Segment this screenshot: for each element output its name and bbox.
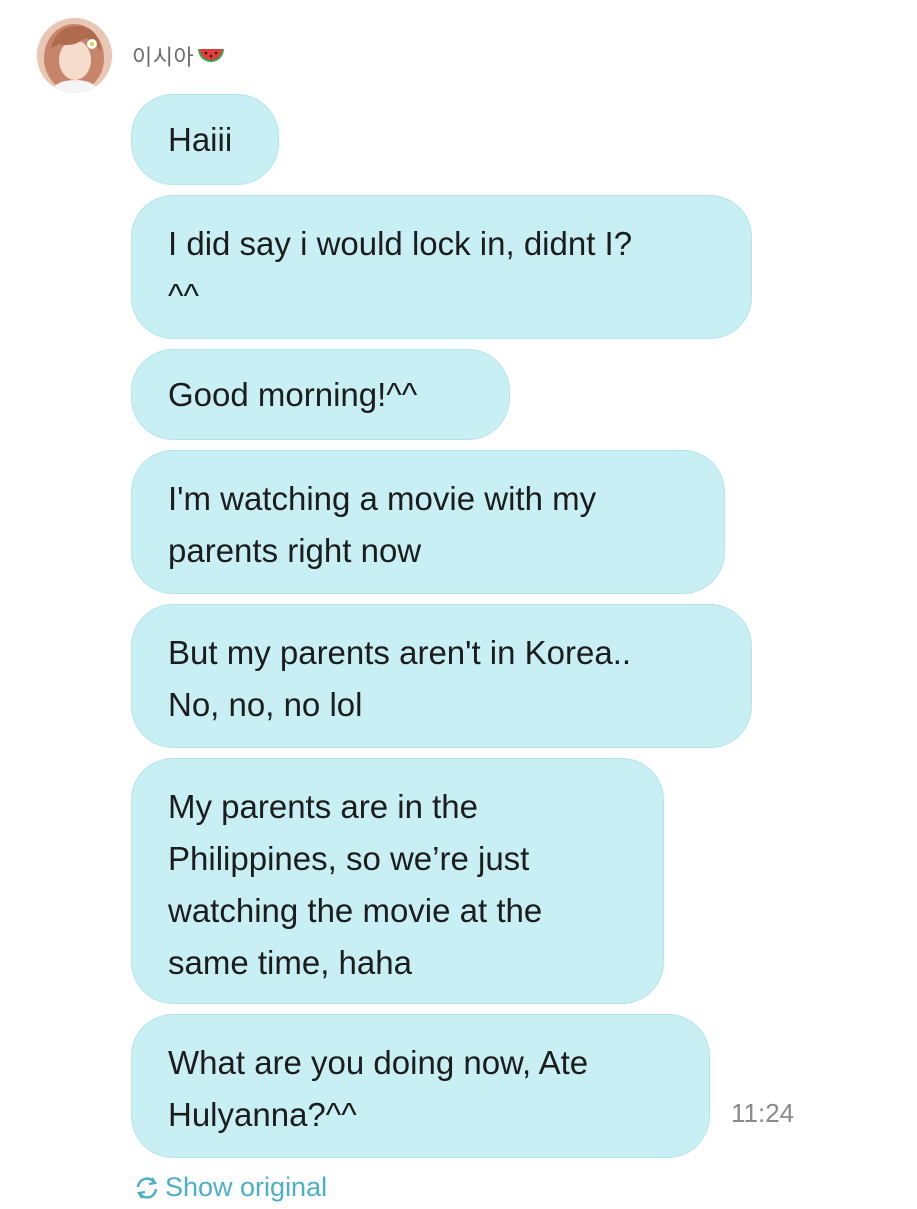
message-bubble[interactable]: What are you doing now, Ate Hulyanna?^^ <box>131 1014 710 1158</box>
message-bubble[interactable]: Good morning!^^ <box>131 349 510 440</box>
translate-icon <box>133 1174 161 1202</box>
sender-avatar[interactable] <box>37 18 112 93</box>
sender-header: 이시아 <box>132 40 226 72</box>
message-list: Haiii I did say i would lock in, didnt I… <box>131 94 831 1168</box>
message-bubble[interactable]: I'm watching a movie with my parents rig… <box>131 450 725 594</box>
message-bubble[interactable]: My parents are in the Philippines, so we… <box>131 758 664 1004</box>
sender-name: 이시아 <box>132 46 195 71</box>
message-bubble[interactable]: Haiii <box>131 94 279 185</box>
message-bubble[interactable]: I did say i would lock in, didnt I? ^^ <box>131 195 752 339</box>
message-bubble[interactable]: But my parents aren't in Korea.. No, no,… <box>131 604 752 748</box>
show-original-label: Show original <box>165 1172 328 1202</box>
avatar-photo <box>37 18 112 93</box>
message-timestamp: 11:24 <box>731 1098 795 1128</box>
watermelon-icon <box>196 43 226 69</box>
show-original-button[interactable]: Show original <box>133 1172 327 1203</box>
